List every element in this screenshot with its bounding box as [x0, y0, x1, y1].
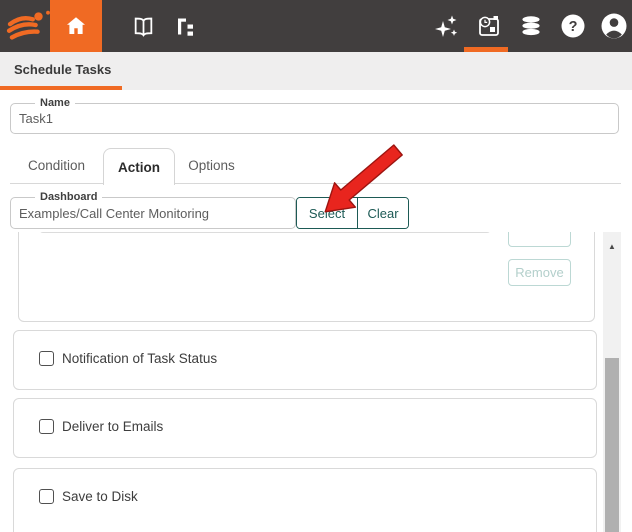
- home-icon: [64, 14, 88, 38]
- documents-button[interactable]: [129, 0, 157, 52]
- deliver-emails-checkbox[interactable]: [39, 419, 54, 434]
- brand-swoosh-icon: [6, 7, 52, 45]
- scrolled-button-partial[interactable]: [508, 232, 571, 247]
- scrollbar-thumb[interactable]: [605, 358, 619, 532]
- scrollbar-track[interactable]: ▲: [603, 232, 621, 532]
- tree-icon: [175, 16, 196, 37]
- notification-label: Notification of Task Status: [62, 351, 217, 367]
- name-field-label: Name: [35, 96, 75, 110]
- calendar-clock-icon: [475, 12, 503, 40]
- scrollbar-up-arrow[interactable]: ▲: [603, 238, 621, 254]
- ai-assistant-button[interactable]: [432, 0, 459, 52]
- save-disk-checkbox[interactable]: [39, 489, 54, 504]
- dashboard-field[interactable]: Dashboard Examples/Call Center Monitorin…: [10, 197, 296, 229]
- delivery-settings-card: Remove: [18, 232, 595, 322]
- clear-button[interactable]: Clear: [358, 198, 408, 228]
- person-icon: [600, 12, 628, 40]
- dashboard-field-label: Dashboard: [35, 190, 102, 204]
- tab-condition[interactable]: Condition: [10, 148, 103, 183]
- deliver-emails-label: Deliver to Emails: [62, 419, 163, 435]
- deliver-emails-card: Deliver to Emails: [13, 398, 597, 458]
- brand-logo: [6, 0, 52, 52]
- sparkles-icon: [433, 13, 459, 39]
- tabs-divider: [10, 183, 621, 184]
- notification-card: Notification of Task Status: [13, 330, 597, 390]
- save-disk-card: Save to Disk: [13, 468, 597, 532]
- dashboard-button-group: Select Clear: [296, 197, 409, 229]
- open-book-icon: [132, 15, 155, 38]
- list-box[interactable]: [39, 232, 491, 233]
- account-button[interactable]: [599, 0, 628, 52]
- select-button[interactable]: Select: [297, 198, 358, 228]
- svg-text:?: ?: [568, 19, 577, 35]
- save-disk-label: Save to Disk: [62, 489, 138, 505]
- question-mark-icon: ?: [560, 13, 586, 39]
- action-scroll-region: Remove Notification of Task Status Deliv…: [0, 232, 632, 532]
- notification-checkbox[interactable]: [39, 351, 54, 366]
- name-field[interactable]: Name Task1: [10, 103, 619, 134]
- database-icon: [519, 14, 543, 38]
- home-button[interactable]: [50, 0, 102, 52]
- tab-options[interactable]: Options: [173, 148, 250, 183]
- data-sources-button[interactable]: [517, 0, 544, 52]
- help-button[interactable]: ?: [559, 0, 586, 52]
- remove-button[interactable]: Remove: [508, 259, 571, 286]
- scheduled-tasks-button[interactable]: [474, 0, 504, 52]
- categories-button[interactable]: [171, 0, 199, 52]
- page-title[interactable]: Schedule Tasks: [14, 52, 111, 86]
- name-input[interactable]: Task1: [11, 104, 618, 133]
- tab-action[interactable]: Action: [103, 148, 175, 185]
- page-tab-indicator: [0, 86, 122, 90]
- top-navbar: ?: [0, 0, 632, 52]
